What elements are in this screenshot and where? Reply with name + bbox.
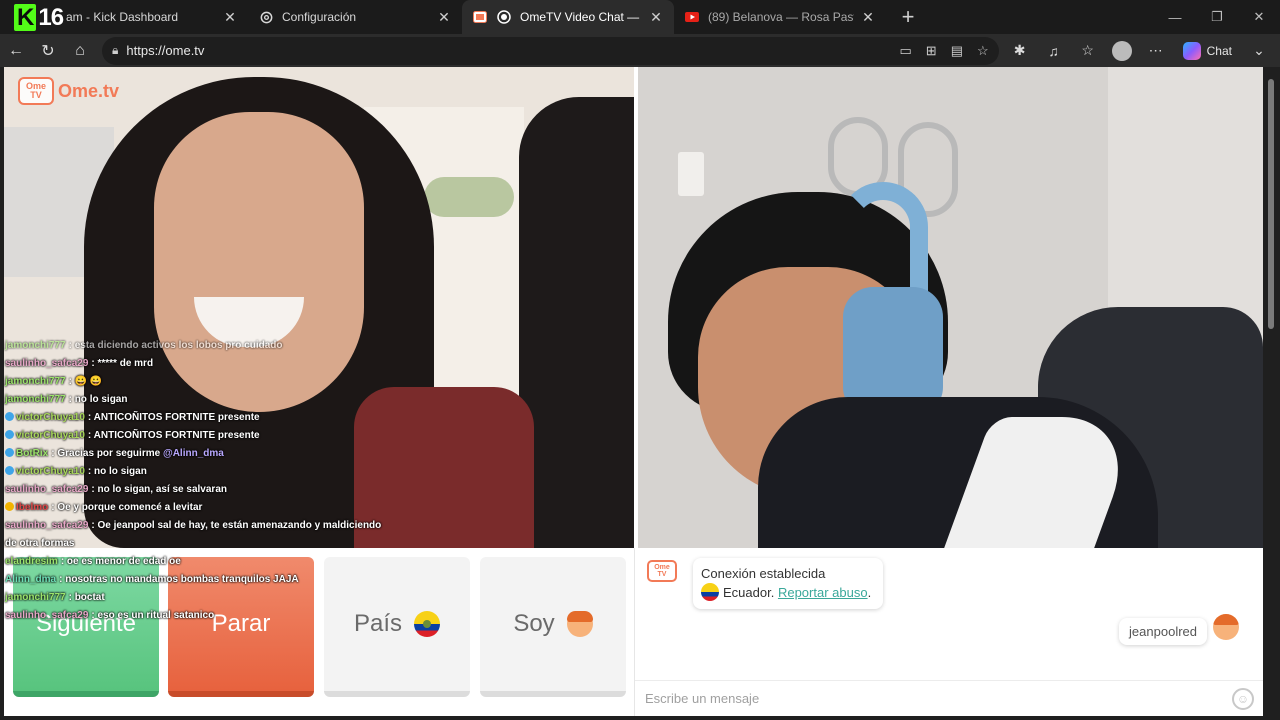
copilot-icon bbox=[1182, 41, 1201, 60]
boy-icon bbox=[566, 611, 593, 637]
report-abuse-link[interactable]: Reportar abuso bbox=[778, 585, 868, 600]
recording-icon bbox=[496, 9, 512, 25]
page-scrollbar[interactable] bbox=[1263, 67, 1280, 720]
favorite-star-icon[interactable]: ☆ bbox=[977, 43, 989, 59]
close-window-icon[interactable]: ✕ bbox=[1238, 0, 1280, 34]
toolbar: ✱ ♫ ☆ ⋯ Chat ⌄ bbox=[1005, 37, 1274, 65]
chat-line: victorChuya10: ANTICOÑITOS FORTNITE pres… bbox=[4, 409, 384, 427]
badge-icon bbox=[5, 412, 14, 421]
chat-line: BotRix: Gracias por seguirme @Alinn_dma bbox=[4, 445, 384, 463]
ometv-brand: Ome.tv bbox=[58, 80, 120, 101]
tab-strip: K 16 am - Kick Dashboard ✕ Configuración … bbox=[0, 0, 1280, 34]
self-video bbox=[638, 67, 1263, 548]
ometv-watermark: Ome TV Ome.tv bbox=[18, 77, 119, 105]
tab-title: OmeTV Video Chat — Omegl bbox=[520, 10, 642, 24]
close-icon[interactable]: ✕ bbox=[436, 9, 452, 26]
chevron-down-icon[interactable]: ⌄ bbox=[1244, 37, 1274, 65]
boy-icon bbox=[1213, 614, 1239, 640]
ometv-badge: Ome TV bbox=[647, 560, 677, 582]
system-message: Conexión establecida Ecuador. Reportar a… bbox=[693, 558, 884, 609]
badge-icon bbox=[5, 502, 14, 511]
chat-line: victorChuya10: ANTICOÑITOS FORTNITE pres… bbox=[4, 427, 384, 445]
scrollbar-thumb[interactable] bbox=[1268, 79, 1274, 329]
window-controls: — ❐ ✕ bbox=[1154, 0, 1280, 34]
badge-icon bbox=[5, 430, 14, 439]
ometv-badge: Ome TV bbox=[18, 77, 54, 105]
url-text: https://ome.tv bbox=[126, 43, 205, 58]
gear-icon bbox=[258, 9, 274, 25]
address-bar[interactable]: 🔒︎ https://ome.tv ▭ ⊞ ▤ ☆ bbox=[102, 36, 999, 65]
extensions-icon[interactable]: ✱ bbox=[1005, 37, 1035, 65]
back-icon[interactable]: ← bbox=[0, 36, 32, 66]
message-placeholder: Escribe un mensaje bbox=[645, 691, 760, 706]
chat-line: victorChuya10: no lo sigan bbox=[4, 463, 384, 481]
chat-line: jamonchi777: boctat bbox=[5, 592, 105, 603]
badge-icon bbox=[5, 448, 14, 457]
message-input[interactable]: Escribe un mensaje ☺ bbox=[635, 680, 1263, 716]
chat-line: saulinho_safca29: Oe jeanpool sal de hay… bbox=[5, 520, 382, 549]
chat-line: jamonchi777: esta diciendo activos los l… bbox=[5, 340, 283, 351]
close-icon[interactable]: ✕ bbox=[222, 9, 238, 26]
chat-line: Alinn_dma: nosotras no mandamos bombas t… bbox=[5, 574, 299, 585]
home-icon[interactable]: ⌂ bbox=[64, 36, 96, 66]
stream-overlay-logo: K 16 bbox=[14, 4, 64, 32]
camera-icon[interactable]: ▭ bbox=[899, 43, 911, 59]
gender-label: Soy bbox=[513, 610, 555, 637]
chat-line: jamonchi777: 😀 😀 bbox=[5, 376, 103, 387]
tab-title: (89) Belanova — Rosa Pastel [Letra bbox=[708, 10, 854, 24]
chat-panel: Ome TV Conexión establecida Ecuador. Rep… bbox=[634, 548, 1263, 716]
emoji-icon[interactable]: ☺ bbox=[1232, 687, 1254, 710]
app-icon[interactable]: ⊞ bbox=[926, 43, 937, 59]
minimize-icon[interactable]: — bbox=[1154, 0, 1196, 34]
chat-line: saulinho_safca29: ***** de mrd bbox=[5, 358, 154, 369]
partner-name-bubble: jeanpoolred bbox=[1119, 618, 1207, 645]
connection-status: Conexión establecida bbox=[701, 566, 826, 581]
new-tab-button[interactable]: + bbox=[896, 4, 920, 30]
youtube-icon bbox=[684, 9, 700, 25]
profile-avatar[interactable] bbox=[1107, 37, 1137, 65]
restore-icon[interactable]: ❐ bbox=[1196, 0, 1238, 34]
close-icon[interactable]: ✕ bbox=[648, 9, 664, 26]
close-icon[interactable]: ✕ bbox=[860, 9, 876, 26]
address-bar-row: ← ↻ ⌂ 🔒︎ https://ome.tv ▭ ⊞ ▤ ☆ ✱ ♫ ☆ ⋯ … bbox=[0, 34, 1280, 67]
media-icon[interactable]: ♫ bbox=[1039, 37, 1069, 65]
chat-line: saulinho_safca29: no lo sigan, así se sa… bbox=[5, 484, 227, 495]
tab-ometv[interactable]: OmeTV Video Chat — Omegl ✕ bbox=[462, 0, 674, 34]
ometv-page: Ome TV Ome.tv jamonchi777: esta diciendo… bbox=[4, 67, 1263, 716]
more-icon[interactable]: ⋯ bbox=[1141, 37, 1171, 65]
stream-chat-overlay: jamonchi777: esta diciendo activos los l… bbox=[4, 337, 384, 625]
ecuador-flag-icon bbox=[414, 611, 441, 637]
lock-icon[interactable]: 🔒︎ bbox=[112, 43, 118, 58]
ecuador-flag-icon bbox=[701, 583, 719, 601]
ometv-icon bbox=[472, 9, 488, 25]
chat-line: elandresim: oe es menor de edad oe bbox=[5, 556, 181, 567]
refresh-icon[interactable]: ↻ bbox=[32, 36, 64, 66]
partner-country: Ecuador. bbox=[723, 585, 775, 600]
tab-configuracion[interactable]: Configuración ✕ bbox=[248, 0, 462, 34]
copilot-chat-button[interactable]: Chat bbox=[1175, 41, 1240, 60]
badge-icon bbox=[5, 466, 14, 475]
tab-title: Configuración bbox=[282, 10, 357, 24]
chat-line: jamonchi777: no lo sigan bbox=[5, 394, 128, 405]
chat-line: Ibelmo: Oe y porque comencé a levitar bbox=[4, 499, 384, 517]
reader-icon[interactable]: ▤ bbox=[951, 43, 963, 59]
gender-button[interactable]: Soy bbox=[480, 557, 626, 697]
chat-line: saulinho_safca29: eso es un ritual satan… bbox=[5, 610, 215, 621]
favorites-icon[interactable]: ☆ bbox=[1073, 37, 1103, 65]
tab-title: am - Kick Dashboard bbox=[66, 10, 179, 24]
tab-youtube[interactable]: (89) Belanova — Rosa Pastel [Letra ✕ bbox=[674, 0, 886, 34]
chat-label: Chat bbox=[1206, 43, 1232, 58]
